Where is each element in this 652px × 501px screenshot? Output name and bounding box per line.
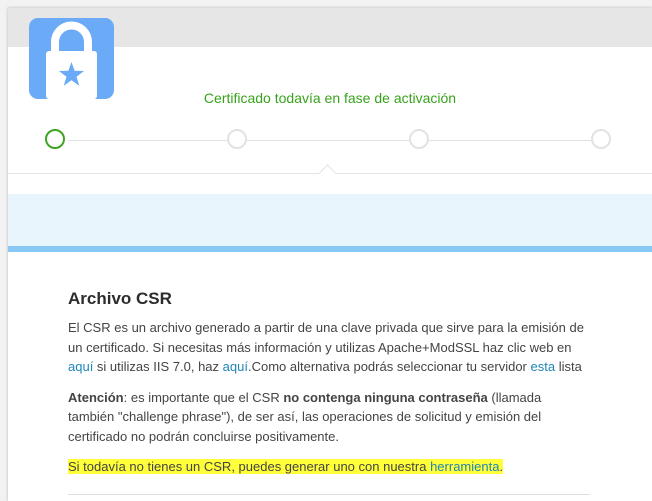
description-text: El CSR es un archivo generado a partir d…	[68, 320, 584, 355]
note-text: Si todavía no tienes un CSR, puedes gene…	[68, 459, 431, 474]
attention-note: Atención: es importante que el CSR no co…	[68, 388, 584, 447]
info-banner	[8, 194, 652, 252]
apache-link[interactable]: aquí	[68, 359, 93, 374]
attention-bold: no contenga ninguna contraseña	[283, 389, 488, 405]
attention-label: Atención	[68, 389, 124, 405]
lock-star-icon	[29, 18, 114, 99]
stepper-line	[68, 140, 598, 141]
step-4	[591, 129, 611, 149]
server-list-link[interactable]: esta	[531, 359, 556, 374]
step-1-active	[45, 129, 65, 149]
iis-link[interactable]: aquí	[223, 359, 248, 374]
section-title: Archivo CSR	[68, 289, 172, 308]
activation-status: Certificado todavía en fase de activació…	[203, 90, 457, 106]
note-text: .	[499, 459, 504, 474]
content-bottom-divider	[68, 494, 590, 495]
description-text: si utilizas IIS 7.0, haz	[93, 359, 223, 374]
csr-description: El CSR es un archivo generado a partir d…	[68, 318, 584, 377]
tool-link[interactable]: herramienta	[430, 459, 499, 474]
progress-stepper	[8, 126, 652, 156]
divider-notch	[318, 164, 337, 183]
description-text: .Como alternativa podrás seleccionar tu …	[247, 359, 531, 374]
certificate-card: Certificado todavía en fase de activació…	[8, 8, 652, 501]
step-3	[409, 129, 429, 149]
attention-text: : es importante que el CSR	[123, 389, 284, 405]
description-text: lista	[555, 359, 582, 374]
highlighted-note: Si todavía no tienes un CSR, puedes gene…	[68, 459, 504, 474]
csr-section: Archivo CSR El CSR es un archivo generad…	[68, 288, 584, 488]
csr-tool-note: Si todavía no tienes un CSR, puedes gene…	[68, 457, 584, 477]
step-2	[227, 129, 247, 149]
